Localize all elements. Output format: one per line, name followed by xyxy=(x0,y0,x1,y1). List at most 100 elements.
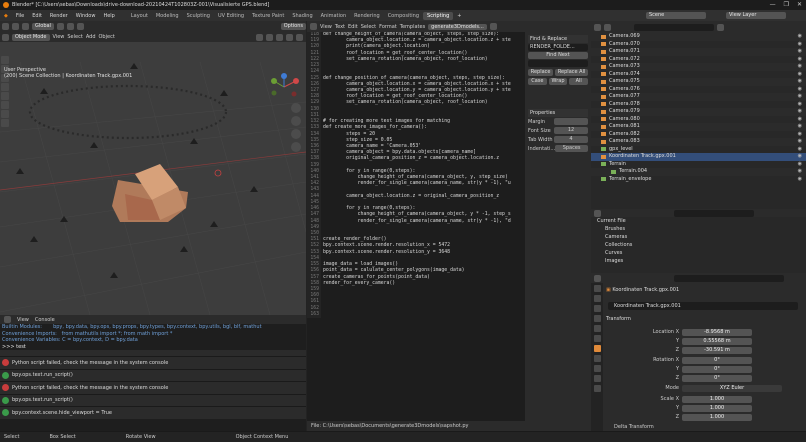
menu-render[interactable]: Render xyxy=(46,13,72,19)
blend-editor-icon[interactable] xyxy=(594,209,601,217)
visibility-eye-icon[interactable]: ◉ xyxy=(798,168,802,176)
text-menu-select[interactable]: Select xyxy=(361,24,376,30)
tree-item-brushes[interactable]: Brushes xyxy=(591,225,806,233)
visibility-eye-icon[interactable]: ◉ xyxy=(798,131,802,139)
rotation-mode-dropdown[interactable]: XYZ Euler xyxy=(682,384,782,392)
menu-help[interactable]: Help xyxy=(99,13,118,19)
visibility-eye-icon[interactable]: ◉ xyxy=(798,138,802,146)
visibility-eye-icon[interactable]: ◉ xyxy=(798,123,802,131)
close-button[interactable]: ✕ xyxy=(797,1,802,8)
text-menu-text[interactable]: Text xyxy=(335,24,345,30)
info-row[interactable]: bpy.ops.text.run_script() xyxy=(0,368,306,381)
outliner-item[interactable]: Camera.083 ◉ xyxy=(591,138,806,146)
constraint-tab-icon[interactable] xyxy=(593,375,601,382)
code-area[interactable]: 118 def change_height_of_camera(camera_ob… xyxy=(307,32,525,421)
visibility-eye-icon[interactable]: ◉ xyxy=(798,78,802,86)
outliner-item[interactable]: Camera.076 ◉ xyxy=(591,86,806,94)
case-toggle[interactable]: Case xyxy=(528,78,547,85)
tool-rotate-icon[interactable] xyxy=(1,83,9,91)
viewport-scene[interactable] xyxy=(0,42,306,315)
code-line[interactable]: 148 render_for_single_camera(camera_name… xyxy=(307,218,525,225)
overlay-icon[interactable] xyxy=(256,33,263,41)
visibility-eye-icon[interactable]: ◉ xyxy=(798,71,802,79)
outliner-item[interactable]: Camera.069 ◉ xyxy=(591,33,806,41)
location-x-field[interactable]: -8.9568 m xyxy=(682,328,752,336)
visibility-eye-icon[interactable]: ◉ xyxy=(798,93,802,101)
tree-item-collections[interactable]: Collections xyxy=(591,241,806,249)
select-box-icon[interactable] xyxy=(22,23,29,30)
object-name-field[interactable]: Koordinaten Track.gpx.001 xyxy=(608,302,798,310)
physics-tab-icon[interactable] xyxy=(593,365,601,372)
text-menu-format[interactable]: Format xyxy=(379,24,397,30)
menu-view[interactable]: View xyxy=(53,34,65,40)
scale-z-field[interactable]: 1.000 xyxy=(682,413,752,421)
menu-add[interactable]: Add xyxy=(86,34,96,40)
rotation-y-field[interactable]: 0° xyxy=(682,365,752,373)
add-workspace-button[interactable]: + xyxy=(453,13,465,19)
visibility-eye-icon[interactable]: ◉ xyxy=(798,176,802,184)
text-editor-type-icon[interactable] xyxy=(310,23,317,30)
shading-material-icon[interactable] xyxy=(286,33,293,41)
location-y-field[interactable]: 0.55568 m xyxy=(682,337,752,345)
tab-width-field[interactable]: 4 xyxy=(554,136,588,143)
view-layer-tab-icon[interactable] xyxy=(593,315,601,322)
visibility-eye-icon[interactable]: ◉ xyxy=(798,161,802,169)
find-next-button[interactable]: Find Next xyxy=(528,52,588,59)
text-menu-view[interactable]: View xyxy=(320,24,332,30)
select-mode-icon[interactable] xyxy=(12,23,19,30)
text-menu-edit[interactable]: Edit xyxy=(348,24,358,30)
outliner-item[interactable]: Camera.072 ◉ xyxy=(591,56,806,64)
maximize-button[interactable]: ❐ xyxy=(784,1,789,8)
transform-orientation-dropdown[interactable]: Global xyxy=(32,23,54,30)
properties-search-input[interactable] xyxy=(674,274,784,282)
snap-icon[interactable] xyxy=(66,23,74,30)
outliner-item[interactable]: Camera.082 ◉ xyxy=(591,131,806,139)
margin-field[interactable] xyxy=(554,118,588,125)
outliner[interactable]: Camera.069 ◉ Camera.070 ◉ Camera.071 ◉ Camera.… xyxy=(591,21,806,209)
ortho-grid-icon[interactable] xyxy=(291,142,301,152)
output-tab-icon[interactable] xyxy=(593,305,601,312)
scale-x-field[interactable]: 1.000 xyxy=(682,395,752,403)
tab-scripting[interactable]: Scripting xyxy=(423,11,454,20)
camera-view-icon[interactable] xyxy=(291,129,301,139)
visibility-eye-icon[interactable]: ◉ xyxy=(798,33,802,41)
view-layer-selector[interactable]: View Layer xyxy=(726,12,786,19)
visibility-eye-icon[interactable]: ◉ xyxy=(798,86,802,94)
pan-hand-icon[interactable] xyxy=(291,116,301,126)
tab-rendering[interactable]: Rendering xyxy=(350,12,384,20)
python-console[interactable]: View Console Builtin Modules: bpy, bpy.d… xyxy=(0,315,306,431)
visibility-eye-icon[interactable]: ◉ xyxy=(798,101,802,109)
options-dropdown[interactable]: Options xyxy=(280,23,306,30)
visibility-eye-icon[interactable]: ◉ xyxy=(798,41,802,49)
outliner-item[interactable]: Koordinaten Track.gpx.001 ◉ xyxy=(591,153,806,161)
tree-item-curves[interactable]: Curves xyxy=(591,249,806,257)
display-mode-icon[interactable] xyxy=(604,23,611,31)
wrap-toggle[interactable]: Wrap xyxy=(548,78,568,85)
visibility-eye-icon[interactable]: ◉ xyxy=(798,56,802,64)
blend-file-browser[interactable]: Current File Brushes Cameras Collections… xyxy=(591,209,806,273)
code-line[interactable]: 163 xyxy=(307,311,525,319)
blender-menu-icon[interactable]: ◆ xyxy=(0,13,12,19)
shading-render-icon[interactable] xyxy=(296,33,303,41)
tab-texture-paint[interactable]: Texture Paint xyxy=(248,12,288,20)
info-row[interactable]: bpy.context.scene.hide_viewport = True xyxy=(0,406,306,419)
menu-select[interactable]: Select xyxy=(67,34,82,40)
outliner-item[interactable]: Terrain.004 ◉ xyxy=(591,168,806,176)
outliner-item[interactable]: Camera.077 ◉ xyxy=(591,93,806,101)
xray-icon[interactable] xyxy=(266,33,273,41)
replace-button[interactable]: Replace xyxy=(528,69,554,76)
info-row[interactable]: Python script failed, check the message … xyxy=(0,381,306,394)
outliner-editor-icon[interactable] xyxy=(594,23,601,31)
editor-type-icon[interactable] xyxy=(2,23,9,30)
code-line[interactable]: 142 render_for_single_camera(camera_name… xyxy=(307,181,525,188)
menu-window[interactable]: Window xyxy=(72,13,100,19)
text-menu-templates[interactable]: Templates xyxy=(400,24,425,30)
indentation-dropdown[interactable]: Spaces xyxy=(555,145,588,152)
tool-transform-icon[interactable] xyxy=(1,101,9,109)
tab-uv-editing[interactable]: UV Editing xyxy=(214,12,248,20)
menu-file[interactable]: File xyxy=(12,13,28,19)
tab-modeling[interactable]: Modeling xyxy=(152,12,183,20)
tree-item-current-file[interactable]: Current File xyxy=(591,217,806,225)
filter-icon[interactable] xyxy=(717,23,724,31)
menu-object[interactable]: Object xyxy=(99,34,115,40)
